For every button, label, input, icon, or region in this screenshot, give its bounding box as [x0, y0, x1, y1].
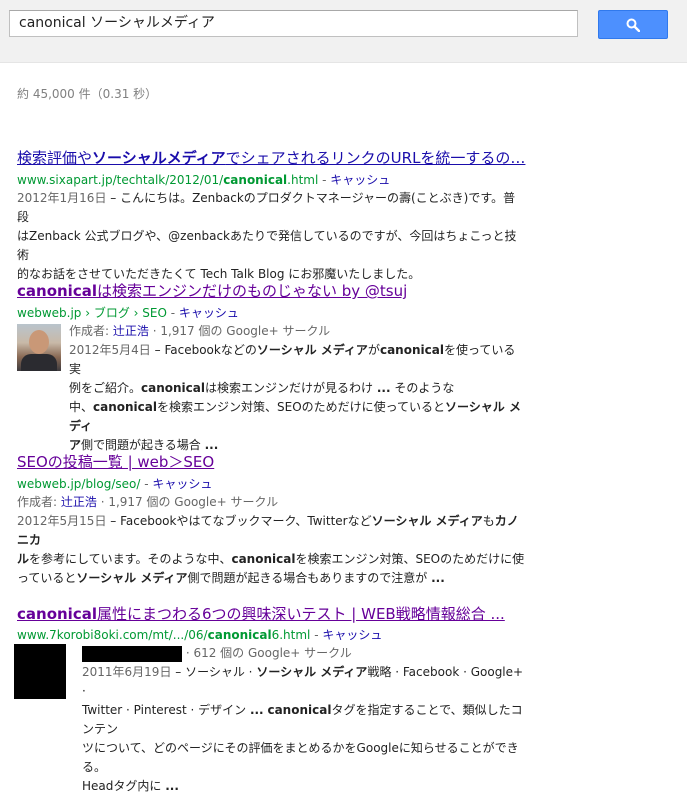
result-snippet: 2012年5月15日 – Facebookやはてなブックマーク、Twitterな… — [17, 514, 525, 585]
cache-link[interactable]: キャッシュ — [179, 306, 239, 320]
result-url: www.7korobi8oki.com/mt/.../06/canonical6… — [17, 628, 383, 642]
result-snippet: 2012年1月16日 – こんにちは。Zenbackのプロダクトマネージャーの壽… — [17, 191, 517, 281]
author-name-link[interactable]: 辻正浩 — [113, 324, 149, 338]
author-line: 作成者: 辻正浩 · 1,917 個の Google+ サークル — [69, 324, 331, 338]
author-name-link[interactable]: 辻正浩 — [61, 495, 97, 509]
result-url: www.sixapart.jp/techtalk/2012/01/canonic… — [17, 173, 391, 187]
search-result: SEOの投稿一覧 | web＞SEO webweb.jp/blog/seo/ -… — [17, 452, 527, 588]
author-avatar[interactable] — [14, 644, 66, 699]
result-title-link[interactable]: canonical属性にまつわる6つの興味深いテスト | WEB戦略情報総合 .… — [17, 604, 527, 624]
search-result: canonical属性にまつわる6つの興味深いテスト | WEB戦略情報総合 .… — [14, 604, 527, 796]
search-input[interactable] — [9, 10, 578, 37]
cache-link[interactable]: キャッシュ — [330, 173, 390, 187]
result-url: webweb.jp › ブログ › SEO - キャッシュ — [17, 306, 239, 320]
result-title-link[interactable]: SEOの投稿一覧 | web＞SEO — [17, 452, 527, 472]
result-snippet: 2012年5月4日 – Facebookなどのソーシャル メディアがcanoni… — [69, 343, 521, 452]
result-url: webweb.jp/blog/seo/ - キャッシュ — [17, 477, 213, 491]
search-header — [0, 0, 687, 63]
result-title-link[interactable]: 検索評価やソーシャルメディアでシェアされるリンクのURLを統一するの… — [17, 148, 527, 168]
search-result: 検索評価やソーシャルメディアでシェアされるリンクのURLを統一するの… www.… — [17, 148, 527, 284]
result-stats: 約 45,000 件（0.31 秒） — [17, 87, 158, 101]
cache-link[interactable]: キャッシュ — [152, 477, 212, 491]
redacted-author-name — [82, 645, 182, 662]
search-result: canonicalは検索エンジンだけのものじゃない by @tsuj webwe… — [17, 281, 527, 455]
author-line: 作成者: 辻正浩 · 1,917 個の Google+ サークル — [17, 495, 279, 509]
result-title-link[interactable]: canonicalは検索エンジンだけのものじゃない by @tsuj — [17, 281, 527, 301]
magnifier-icon — [626, 18, 640, 32]
author-line: · 612 個の Google+ サークル — [82, 644, 527, 663]
cache-link[interactable]: キャッシュ — [322, 628, 382, 642]
author-avatar[interactable] — [17, 324, 61, 371]
result-snippet: 2011年6月19日 – ソーシャル · ソーシャル メディア戦略 · Face… — [82, 665, 524, 793]
search-button[interactable] — [598, 10, 668, 39]
